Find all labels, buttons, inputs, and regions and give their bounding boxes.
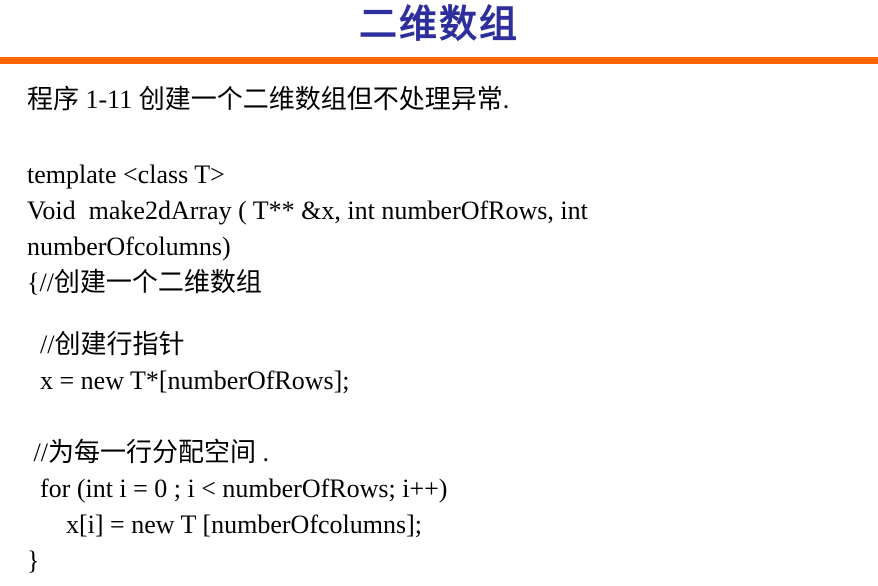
code-line: x = new T*[numberOfRows];: [27, 366, 350, 395]
code-line: {//创建一个二维数组: [27, 268, 262, 297]
code-line: }: [27, 546, 40, 575]
code-line: template <class T>: [27, 160, 225, 189]
code-comment: //创建行指针: [27, 330, 185, 359]
code-line: Void make2dArray ( T** &x, int numberOfR…: [27, 196, 588, 225]
code-comment: //为每一行分配空间 .: [27, 438, 269, 467]
code-line: numberOfcolumns): [27, 232, 231, 261]
code-line: x[i] = new T [numberOfcolumns];: [27, 510, 422, 539]
program-caption: 程序 1-11 创建一个二维数组但不处理异常.: [27, 85, 510, 114]
slide-title: 二维数组: [358, 2, 519, 46]
title-divider: [0, 57, 878, 64]
code-line: for (int i = 0 ; i < numberOfRows; i++): [27, 474, 448, 503]
